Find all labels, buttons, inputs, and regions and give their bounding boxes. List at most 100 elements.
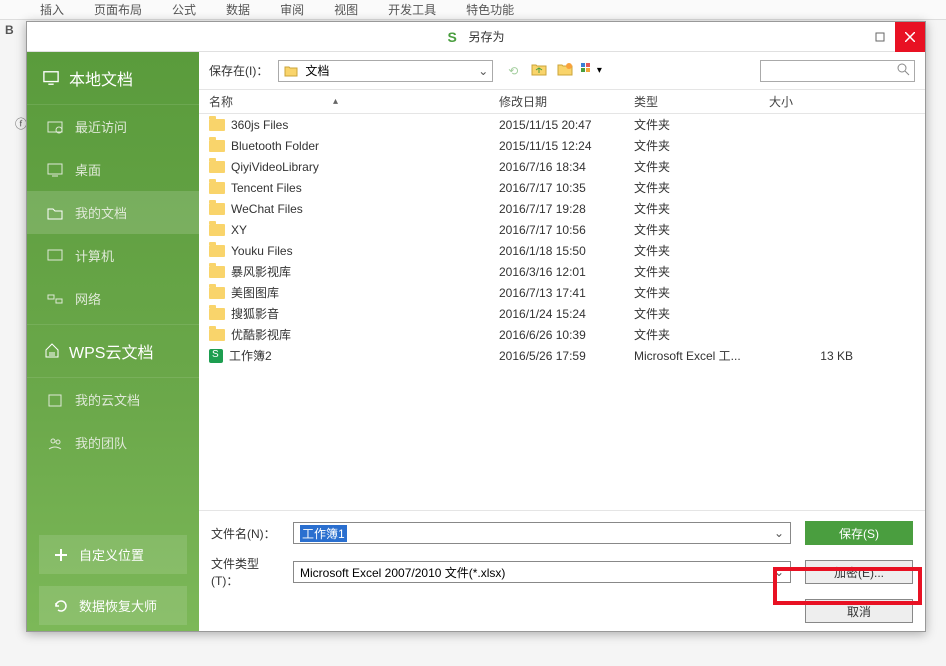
column-header-modified[interactable]: 修改日期 xyxy=(499,93,634,110)
file-type: 文件夹 xyxy=(634,305,769,322)
file-type: 文件夹 xyxy=(634,200,769,217)
sidebar-item-label: 我的文档 xyxy=(75,203,127,222)
search-icon xyxy=(896,62,910,79)
folder-icon xyxy=(209,119,225,131)
encrypt-button[interactable]: 加密(E)... xyxy=(805,560,913,584)
file-row[interactable]: XY2016/7/17 10:56文件夹 xyxy=(199,219,925,240)
folder-icon xyxy=(209,203,225,215)
folder-small-icon xyxy=(283,63,299,79)
grid-view-icon xyxy=(581,63,595,78)
up-folder-icon xyxy=(531,62,547,79)
column-header-type[interactable]: 类型 xyxy=(634,93,769,110)
file-name: Tencent Files xyxy=(231,181,302,195)
search-input[interactable] xyxy=(760,60,915,82)
file-date: 2016/7/13 17:41 xyxy=(499,286,634,300)
file-row[interactable]: 工作簿22016/5/26 17:59Microsoft Excel 工...1… xyxy=(199,345,925,366)
ribbon-tab[interactable]: 公式 xyxy=(172,1,196,18)
chevron-down-icon: ▾ xyxy=(597,65,602,76)
folder-icon xyxy=(209,182,225,194)
ribbon-tab[interactable]: 特色功能 xyxy=(466,1,514,18)
file-row[interactable]: WeChat Files 2016/7/17 19:28文件夹 xyxy=(199,198,925,219)
file-date: 2016/1/18 15:50 xyxy=(499,244,634,258)
file-date: 2016/7/17 10:35 xyxy=(499,181,634,195)
maximize-button[interactable] xyxy=(865,22,895,52)
file-date: 2016/3/16 12:01 xyxy=(499,265,634,279)
file-row[interactable]: Youku Files2016/1/18 15:50文件夹 xyxy=(199,240,925,261)
file-name: Bluetooth Folder xyxy=(231,139,319,153)
ribbon-tab[interactable]: 页面布局 xyxy=(94,1,142,18)
save-in-label: 保存在(I)： xyxy=(209,62,268,79)
new-folder-icon xyxy=(557,62,573,79)
sidebar-item-myteam[interactable]: 我的团队 xyxy=(27,421,199,464)
file-name: WeChat Files xyxy=(231,202,303,216)
desktop-icon xyxy=(47,162,63,178)
sidebar-item-label: 我的团队 xyxy=(75,433,127,452)
sidebar-header-label: 本地文档 xyxy=(69,66,133,90)
column-header-size[interactable]: 大小 xyxy=(769,93,869,110)
ribbon-tab[interactable]: 视图 xyxy=(334,1,358,18)
ribbon-tabs: 插入 页面布局 公式 数据 审阅 视图 开发工具 特色功能 xyxy=(0,0,946,20)
file-type: Microsoft Excel 工... xyxy=(634,347,769,364)
cancel-button[interactable]: 取消 xyxy=(805,599,913,623)
sidebar-item-computer[interactable]: 计算机 xyxy=(27,234,199,277)
file-row[interactable]: 暴风影视库2016/3/16 12:01文件夹 xyxy=(199,261,925,282)
file-type: 文件夹 xyxy=(634,137,769,154)
ribbon-tab[interactable]: 插入 xyxy=(40,1,64,18)
button-label: 自定义位置 xyxy=(79,545,144,564)
file-name: 搜狐影音 xyxy=(231,305,279,322)
file-date: 2016/1/24 15:24 xyxy=(499,307,634,321)
file-row[interactable]: QiyiVideoLibrary 2016/7/16 18:34文件夹 xyxy=(199,156,925,177)
up-folder-button[interactable] xyxy=(529,61,549,81)
file-row[interactable]: 搜狐影音 2016/1/24 15:24文件夹 xyxy=(199,303,925,324)
file-date: 2016/5/26 17:59 xyxy=(499,349,634,363)
sidebar-item-recent[interactable]: 最近访问 xyxy=(27,105,199,148)
filetype-dropdown[interactable]: Microsoft Excel 2007/2010 文件(*.xlsx) ⌄ xyxy=(293,561,791,583)
data-recovery-button[interactable]: 数据恢复大师 xyxy=(39,586,187,625)
sidebar-item-mycloud[interactable]: 我的云文档 xyxy=(27,378,199,421)
save-button[interactable]: 保存(S) xyxy=(805,521,913,545)
file-size: 13 KB xyxy=(769,349,869,363)
refresh-icon xyxy=(53,598,69,614)
ribbon-tab[interactable]: 数据 xyxy=(226,1,250,18)
column-header-name[interactable]: 名称 ▴ xyxy=(199,93,499,110)
new-folder-button[interactable] xyxy=(555,61,575,81)
chevron-down-icon: ⌄ xyxy=(774,526,784,540)
ribbon-tab[interactable]: 开发工具 xyxy=(388,1,436,18)
dialog-title: 另存为 xyxy=(468,28,504,45)
sidebar-item-network[interactable]: 网络 xyxy=(27,277,199,320)
file-date: 2016/7/16 18:34 xyxy=(499,160,634,174)
bold-icon[interactable]: B xyxy=(5,23,14,37)
file-date: 2016/7/17 19:28 xyxy=(499,202,634,216)
filename-input[interactable]: 工作簿1 ⌄ xyxy=(293,522,791,544)
folder-icon xyxy=(209,329,225,341)
save-in-dropdown[interactable]: 文档 ⌄ xyxy=(278,60,493,82)
dialog-footer: 文件名(N)： 工作簿1 ⌄ 保存(S) 文件类型(T)： Microsoft … xyxy=(199,510,925,631)
file-row[interactable]: 美图图库2016/7/13 17:41文件夹 xyxy=(199,282,925,303)
sidebar-item-desktop[interactable]: 桌面 xyxy=(27,148,199,191)
file-name: QiyiVideoLibrary xyxy=(231,160,319,174)
excel-file-icon xyxy=(209,349,223,363)
custom-location-button[interactable]: 自定义位置 xyxy=(39,535,187,574)
ribbon-tab[interactable]: 审阅 xyxy=(280,1,304,18)
file-row[interactable]: 360js Files2015/11/15 20:47文件夹 xyxy=(199,114,925,135)
save-as-dialog: S 另存为 本地文档 最近访问 xyxy=(26,21,926,632)
file-row[interactable]: Tencent Files2016/7/17 10:35文件夹 xyxy=(199,177,925,198)
filename-label: 文件名(N)： xyxy=(211,525,279,542)
file-list[interactable]: 360js Files2015/11/15 20:47文件夹Bluetooth … xyxy=(199,114,925,510)
view-mode-button[interactable]: ▾ xyxy=(581,61,601,81)
file-type: 文件夹 xyxy=(634,158,769,175)
file-row[interactable]: 优酷影视库2016/6/26 10:39文件夹 xyxy=(199,324,925,345)
chevron-down-icon: ⌄ xyxy=(478,64,488,78)
file-date: 2016/7/17 10:56 xyxy=(499,223,634,237)
dialog-titlebar: S 另存为 xyxy=(27,22,925,52)
file-row[interactable]: Bluetooth Folder2015/11/15 12:24文件夹 xyxy=(199,135,925,156)
file-name: 暴风影视库 xyxy=(231,263,291,280)
close-button[interactable] xyxy=(895,22,925,52)
computer-icon xyxy=(47,248,63,264)
back-button[interactable]: ⟲ xyxy=(503,61,523,81)
cloud-icon xyxy=(43,343,59,359)
sidebar-item-label: 桌面 xyxy=(75,160,101,179)
sort-asc-icon: ▴ xyxy=(333,96,338,107)
sidebar-item-label: 我的云文档 xyxy=(75,390,140,409)
sidebar-item-mydocs[interactable]: 我的文档 xyxy=(27,191,199,234)
